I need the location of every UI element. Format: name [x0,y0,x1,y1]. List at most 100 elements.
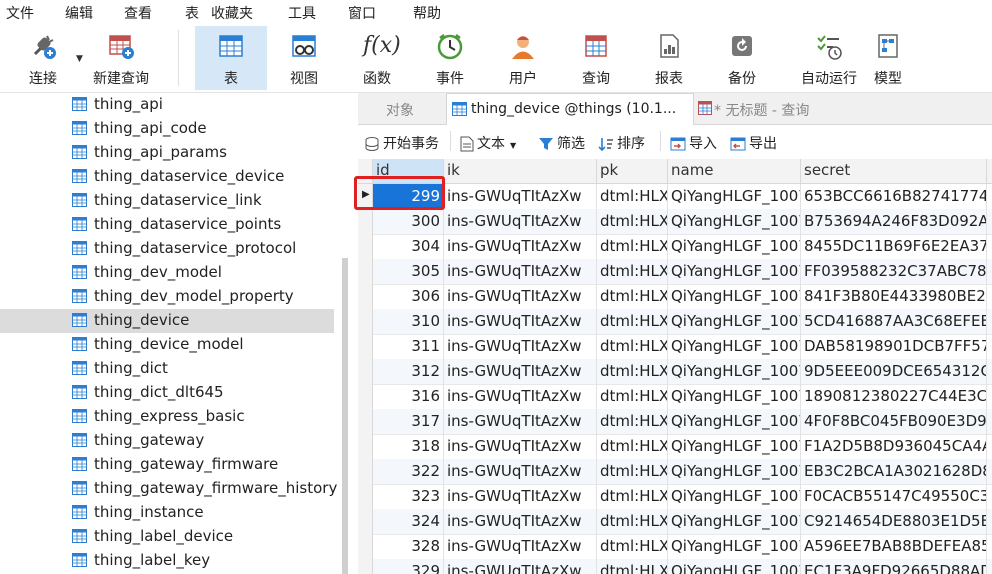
cell-id[interactable]: 318 [373,434,444,460]
cell-name[interactable]: QiYangHLGF_1007 [668,334,801,360]
cell-next[interactable] [987,484,992,510]
sidebar-scrollbar[interactable] [342,258,348,574]
cell-name[interactable]: QiYangHLGF_1007 [668,534,801,560]
tree-item-table[interactable]: thing_api_code [0,117,334,141]
tree-item-table[interactable]: thing_gateway [0,429,334,453]
cell-secret[interactable]: 5CD416887AA3C68EFEEC [801,309,987,335]
sort-button[interactable]: 排序 [598,133,645,153]
filter-button[interactable]: 筛选 [538,133,585,153]
tree-item-table[interactable]: thing_dict_dlt645 [0,381,334,405]
cell-secret[interactable]: F1A2D5B8D936045CA4A [801,434,987,460]
cell-name[interactable]: QiYangHLGF_1007 [668,284,801,310]
tree-item-table[interactable]: thing_dev_model_property [0,285,334,309]
cell-pk[interactable]: dtml:HLX [597,234,668,260]
cell-pk[interactable]: dtml:HLX [597,309,668,335]
cell-pk[interactable]: dtml:HLX [597,434,668,460]
tree-item-table[interactable]: thing_api_params [0,141,334,165]
cell-name[interactable]: QiYangHLGF_1007 [668,359,801,385]
table-row[interactable]: 311 ins-GWUqTItAzXw dtml:HLX QiYangHLGF_100… [358,334,992,360]
user-button[interactable]: 用户 [493,26,553,90]
cell-next[interactable] [987,384,992,410]
row-header[interactable] [358,409,373,435]
column-header-ik[interactable]: ik [444,159,597,184]
column-header-pk[interactable]: pk [597,159,668,184]
cell-pk[interactable]: dtml:HLX [597,559,668,574]
function-button[interactable]: f(x) 函数 [347,26,407,90]
cell-id[interactable]: 316 [373,384,444,410]
table-row[interactable]: 317 ins-GWUqTItAzXw dtml:HLX QiYangHLGF_100… [358,409,992,435]
column-header-secret[interactable]: secret [801,159,987,184]
row-header[interactable] [358,459,373,485]
cell-next[interactable] [987,284,992,310]
cell-ik[interactable]: ins-GWUqTItAzXw [444,184,597,210]
cell-id[interactable]: 328 [373,534,444,560]
column-header-next[interactable] [987,159,992,184]
event-button[interactable]: 事件 [420,26,480,90]
menu-favorites[interactable]: 收藏夹 [211,3,253,23]
menu-edit[interactable]: 编辑 [65,3,93,23]
table-row[interactable]: 312 ins-GWUqTItAzXw dtml:HLX QiYangHLGF_100… [358,359,992,385]
tree-item-table[interactable]: thing_dataservice_protocol [0,237,334,261]
cell-pk[interactable]: dtml:HLX [597,359,668,385]
row-header[interactable] [358,234,373,260]
tree-item-table[interactable]: thing_api [0,93,334,117]
cell-id[interactable]: 312 [373,359,444,385]
row-header[interactable] [358,284,373,310]
cell-secret[interactable]: 4F0F8BC045FB090E3D9E7 [801,409,987,435]
cell-id[interactable]: 305 [373,259,444,285]
cell-id[interactable]: 324 [373,509,444,535]
table-row[interactable]: 316 ins-GWUqTItAzXw dtml:HLX QiYangHLGF_100… [358,384,992,410]
tree-item-table[interactable]: thing_device [0,309,334,333]
connect-dropdown-arrow-icon[interactable]: ▼ [76,54,83,64]
model-button[interactable]: 模型 [860,26,916,90]
cell-name[interactable]: QiYangHLGF_1007 [668,509,801,535]
cell-name[interactable]: QiYangHLGF_1007 [668,209,801,235]
report-button[interactable]: 报表 [639,26,699,90]
tab-objects[interactable]: 对象 [358,93,444,124]
cell-ik[interactable]: ins-GWUqTItAzXw [444,234,597,260]
cell-ik[interactable]: ins-GWUqTItAzXw [444,384,597,410]
cell-pk[interactable]: dtml:HLX [597,334,668,360]
cell-ik[interactable]: ins-GWUqTItAzXw [444,259,597,285]
cell-secret[interactable]: C9214654DE8803E1D5B4 [801,509,987,535]
cell-pk[interactable]: dtml:HLX [597,409,668,435]
cell-pk[interactable]: dtml:HLX [597,209,668,235]
table-row[interactable]: 324 ins-GWUqTItAzXw dtml:HLX QiYangHLGF_100… [358,509,992,535]
cell-secret[interactable]: B753694A246F83D092AC [801,209,987,235]
row-header[interactable] [358,534,373,560]
row-header[interactable] [358,259,373,285]
cell-secret[interactable]: 8455DC11B69F6E2EA379 [801,234,987,260]
table-row[interactable]: 318 ins-GWUqTItAzXw dtml:HLX QiYangHLGF_100… [358,434,992,460]
begin-transaction-button[interactable]: 开始事务 [364,133,439,153]
cell-next[interactable] [987,459,992,485]
cell-name[interactable]: QiYangHLGF_1007 [668,434,801,460]
tree-item-table[interactable]: thing_dataservice_points [0,213,334,237]
table-button[interactable]: 表 [195,26,267,90]
cell-name[interactable]: QiYangHLGF_1007 [668,459,801,485]
row-header[interactable] [358,559,373,574]
cell-secret[interactable]: 9D5EEE009DCE654312C5 [801,359,987,385]
cell-id[interactable]: 300 [373,209,444,235]
row-header[interactable] [358,309,373,335]
menu-table[interactable]: 表 [185,3,199,23]
cell-next[interactable] [987,409,992,435]
menu-window[interactable]: 窗口 [348,3,376,23]
tree-item-table[interactable]: thing_gateway_firmware [0,453,334,477]
text-button[interactable]: 文本 ▼ [460,133,516,153]
cell-id[interactable]: 310 [373,309,444,335]
cell-id[interactable]: 304 [373,234,444,260]
row-header[interactable] [358,484,373,510]
cell-id[interactable]: 323 [373,484,444,510]
cell-ik[interactable]: ins-GWUqTItAzXw [444,409,597,435]
tree-item-table[interactable]: thing_gateway_firmware_history [0,477,337,501]
table-row[interactable]: 328 ins-GWUqTItAzXw dtml:HLX QiYangHLGF_100… [358,534,992,560]
cell-next[interactable] [987,309,992,335]
cell-pk[interactable]: dtml:HLX [597,184,668,210]
menu-file[interactable]: 文件 [6,3,34,23]
cell-name[interactable]: QiYangHLGF_1007 [668,309,801,335]
menu-tools[interactable]: 工具 [288,3,316,23]
tree-item-table[interactable]: thing_instance [0,501,334,525]
cell-pk[interactable]: dtml:HLX [597,284,668,310]
query-button[interactable]: 查询 [566,26,626,90]
export-button[interactable]: 导出 [730,133,777,153]
